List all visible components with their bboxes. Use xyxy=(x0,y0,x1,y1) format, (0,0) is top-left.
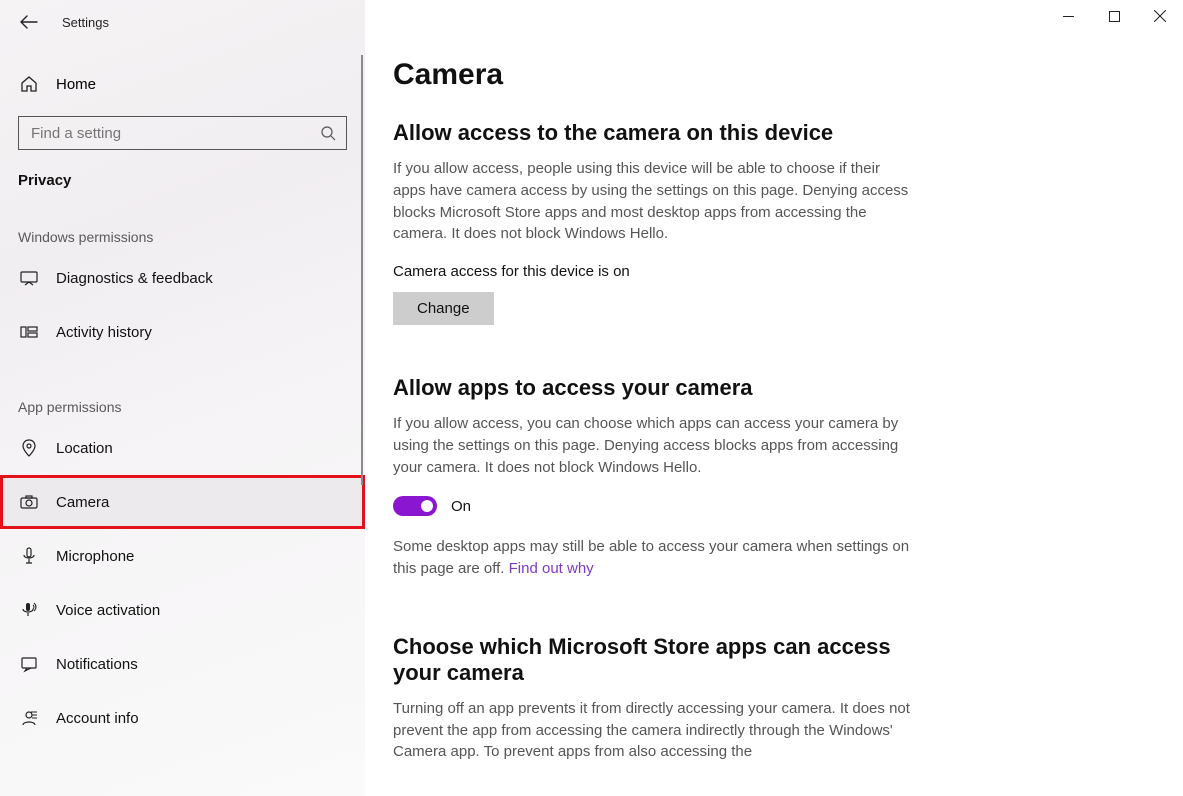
nav-label: Camera xyxy=(56,494,109,511)
minimize-icon xyxy=(1063,11,1074,22)
back-button[interactable] xyxy=(20,15,38,29)
section-windows-permissions: Windows permissions xyxy=(0,189,365,251)
search-box[interactable] xyxy=(18,116,347,150)
nav-voice-activation[interactable]: Voice activation xyxy=(0,583,365,637)
feedback-icon xyxy=(20,269,40,287)
app-title: Settings xyxy=(62,15,109,30)
nav-camera[interactable]: Camera xyxy=(0,475,365,529)
account-icon xyxy=(20,709,40,727)
search-icon xyxy=(320,125,336,141)
notifications-icon xyxy=(20,655,40,673)
nav-label: Activity history xyxy=(56,324,152,341)
search-input[interactable] xyxy=(29,124,320,143)
maximize-button[interactable] xyxy=(1091,0,1137,32)
nav-microphone[interactable]: Microphone xyxy=(0,529,365,583)
page-title: Camera xyxy=(393,58,1143,92)
toggle-state-label: On xyxy=(451,498,471,515)
close-button[interactable] xyxy=(1137,0,1183,32)
camera-icon xyxy=(20,493,40,511)
app-access-heading: Allow apps to access your camera xyxy=(393,375,1143,401)
device-access-heading: Allow access to the camera on this devic… xyxy=(393,120,1143,146)
nav-label: Account info xyxy=(56,710,139,727)
change-button[interactable]: Change xyxy=(393,292,494,325)
nav-label: Voice activation xyxy=(56,602,160,619)
nav-account-info[interactable]: Account info xyxy=(0,691,365,745)
home-icon xyxy=(20,75,40,93)
title-bar: Settings xyxy=(0,0,365,44)
maximize-icon xyxy=(1109,11,1120,22)
app-access-body: If you allow access, you can choose whic… xyxy=(393,413,913,478)
section-app-permissions: App permissions xyxy=(0,359,365,421)
note-text: Some desktop apps may still be able to a… xyxy=(393,538,909,577)
choose-apps-heading: Choose which Microsoft Store apps can ac… xyxy=(393,634,913,686)
minimize-button[interactable] xyxy=(1045,0,1091,32)
nav-label: Notifications xyxy=(56,656,138,673)
main-content: Camera Allow access to the camera on thi… xyxy=(365,0,1183,796)
choose-apps-body: Turning off an app prevents it from dire… xyxy=(393,698,913,763)
arrow-left-icon xyxy=(20,15,38,29)
history-icon xyxy=(20,323,40,341)
microphone-icon xyxy=(20,547,40,565)
nav-location[interactable]: Location xyxy=(0,421,365,475)
search-container xyxy=(0,104,365,150)
nav-label: Microphone xyxy=(56,548,134,565)
device-access-body: If you allow access, people using this d… xyxy=(393,158,913,245)
location-icon xyxy=(20,439,40,457)
nav-diagnostics-feedback[interactable]: Diagnostics & feedback xyxy=(0,251,365,305)
sidebar: Settings Home Privacy Windows permission… xyxy=(0,0,365,796)
desktop-apps-note: Some desktop apps may still be able to a… xyxy=(393,536,913,580)
nav-activity-history[interactable]: Activity history xyxy=(0,305,365,359)
close-icon xyxy=(1154,10,1166,22)
find-out-why-link[interactable]: Find out why xyxy=(509,560,594,577)
app-access-toggle[interactable] xyxy=(393,496,437,516)
voice-icon xyxy=(20,601,40,619)
toggle-knob xyxy=(421,500,433,512)
category-privacy: Privacy xyxy=(0,150,365,189)
window-controls xyxy=(1045,0,1183,32)
device-access-status: Camera access for this device is on xyxy=(393,263,1143,280)
nav-home[interactable]: Home xyxy=(0,64,365,104)
nav-label: Location xyxy=(56,440,113,457)
app-access-toggle-row: On xyxy=(393,496,1143,516)
sidebar-scrollbar[interactable] xyxy=(361,55,363,485)
nav-home-label: Home xyxy=(56,76,96,93)
nav-notifications[interactable]: Notifications xyxy=(0,637,365,691)
nav-label: Diagnostics & feedback xyxy=(56,270,213,287)
